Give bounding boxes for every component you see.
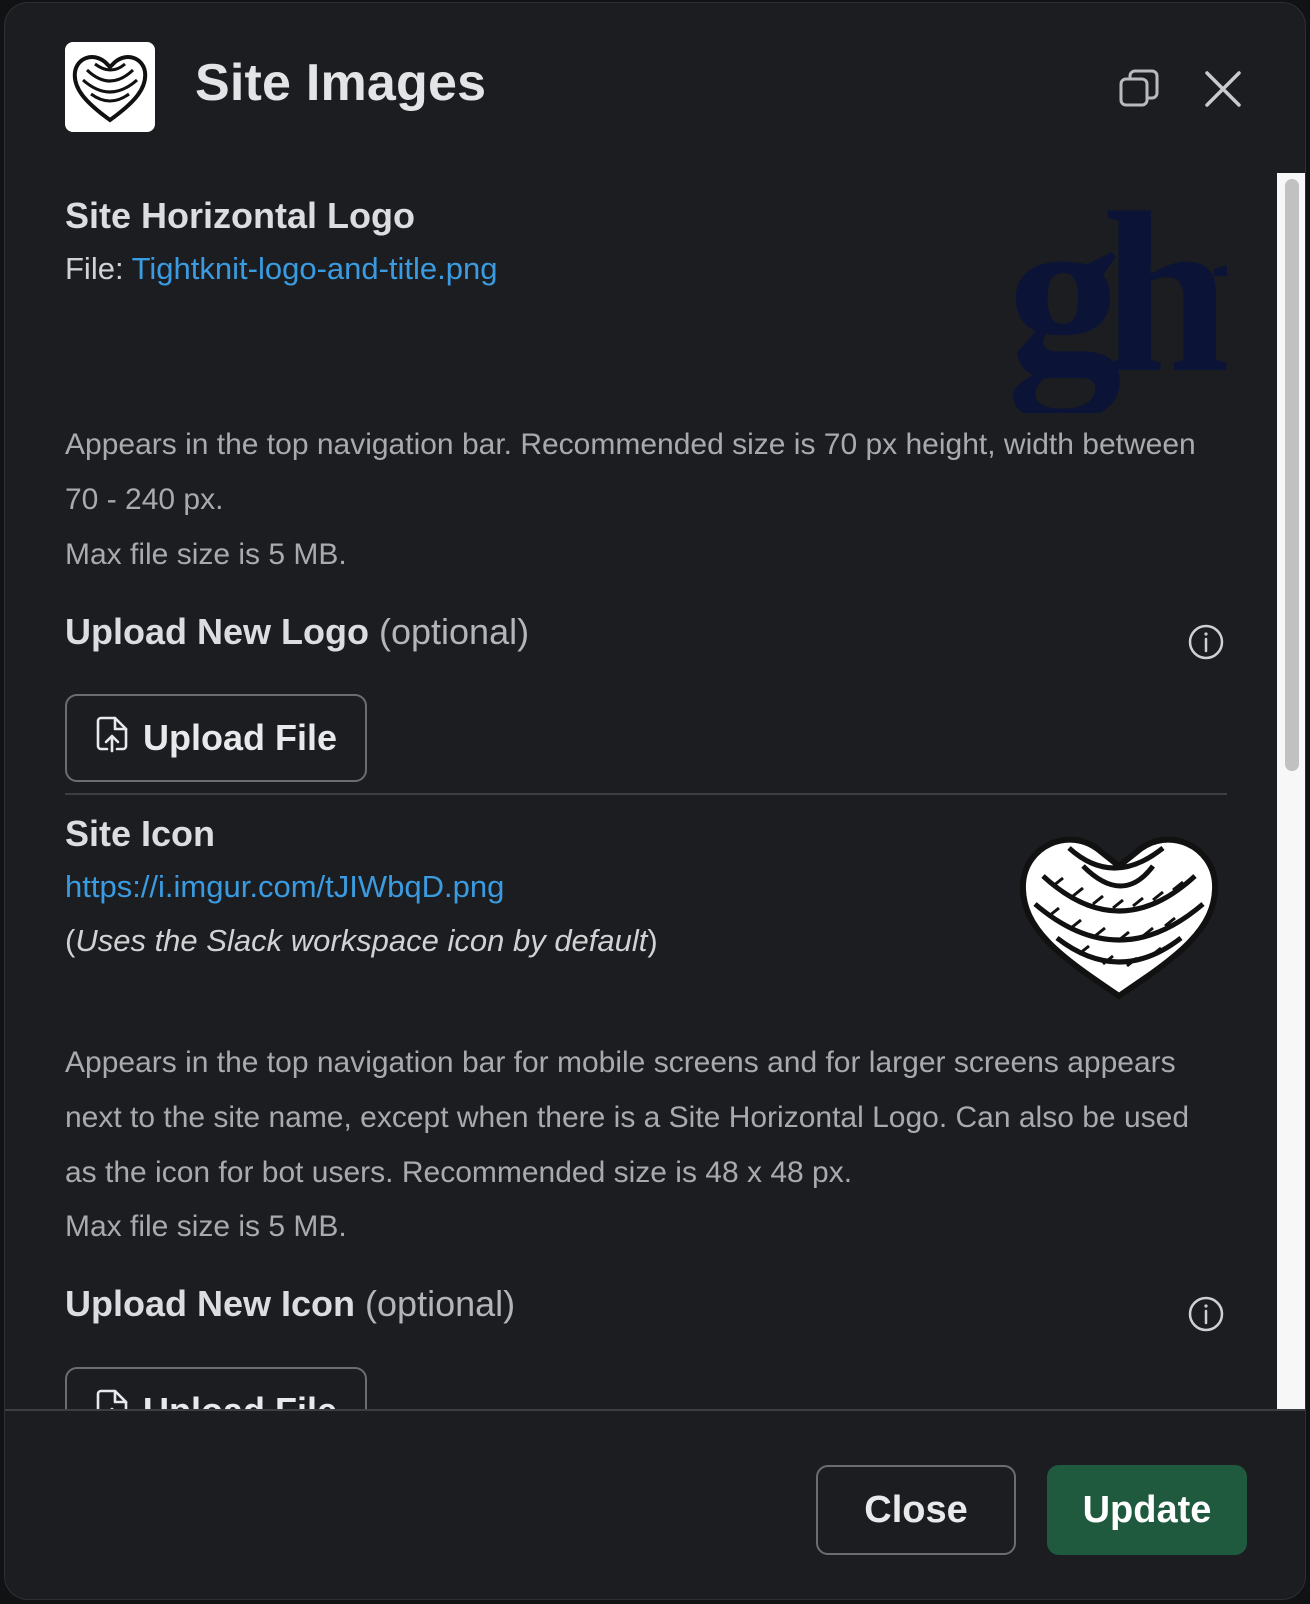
logo-preview-image: ght — [1007, 193, 1227, 413]
close-icon[interactable] — [1195, 61, 1251, 117]
icon-url-link[interactable]: https://i.imgur.com/tJIWbqD.png — [65, 869, 504, 905]
modal-body: Site Horizontal Logo File: Tightknit-log… — [5, 171, 1275, 1411]
upload-logo-button[interactable]: Upload File — [65, 694, 367, 782]
file-upload-icon — [95, 1388, 129, 1411]
scrollbar-thumb[interactable] — [1285, 179, 1299, 771]
icon-max-size: Max file size is 5 MB. — [65, 1210, 347, 1243]
icon-description: Appears in the top navigation bar for mo… — [65, 1046, 1190, 1189]
info-icon[interactable] — [1187, 623, 1225, 661]
file-prefix: File: — [65, 251, 132, 286]
logo-file-line: File: Tightknit-logo-and-title.png — [65, 251, 498, 287]
upload-logo-label-text: Upload New Logo — [65, 611, 369, 652]
optional-text: (optional) — [365, 1283, 516, 1324]
upload-icon-label-text: Upload New Icon — [65, 1283, 356, 1324]
upload-button-label: Upload File — [142, 717, 337, 758]
scrollbar[interactable] — [1277, 173, 1305, 1411]
modal-footer: Close Update — [5, 1409, 1305, 1599]
logo-section-title: Site Horizontal Logo — [65, 195, 415, 236]
modal-header: Site Images — [5, 3, 1305, 173]
section-divider — [65, 793, 1227, 795]
logo-max-size: Max file size is 5 MB. — [65, 538, 347, 571]
note-text: Uses the Slack workspace icon by default — [75, 923, 648, 958]
upload-icon-label: Upload New Icon (optional) — [65, 1283, 515, 1325]
note-open-paren: ( — [65, 923, 76, 958]
rope-heart-logo-icon — [65, 42, 155, 132]
info-icon[interactable] — [1187, 1295, 1225, 1333]
file-upload-icon — [95, 715, 129, 762]
logo-file-link[interactable]: Tightknit-logo-and-title.png — [132, 251, 498, 286]
icon-section-title: Site Icon — [65, 813, 216, 854]
modal-title: Site Images — [195, 54, 487, 112]
update-button[interactable]: Update — [1047, 1465, 1247, 1555]
upload-icon-button[interactable]: Upload File — [65, 1367, 367, 1411]
icon-default-note: (Uses the Slack workspace icon by defaul… — [65, 923, 658, 959]
close-button[interactable]: Close — [816, 1465, 1016, 1555]
note-close-paren: ) — [647, 923, 658, 958]
popout-icon[interactable] — [1111, 61, 1167, 117]
icon-preview-image — [1013, 826, 1225, 1006]
upload-logo-label: Upload New Logo (optional) — [65, 611, 529, 653]
upload-button-label: Upload File — [142, 1390, 337, 1411]
optional-text: (optional) — [379, 611, 530, 652]
logo-description: Appears in the top navigation bar. Recom… — [65, 428, 1196, 516]
site-images-modal: Site Images Site Horizontal Logo File: T… — [4, 2, 1306, 1600]
